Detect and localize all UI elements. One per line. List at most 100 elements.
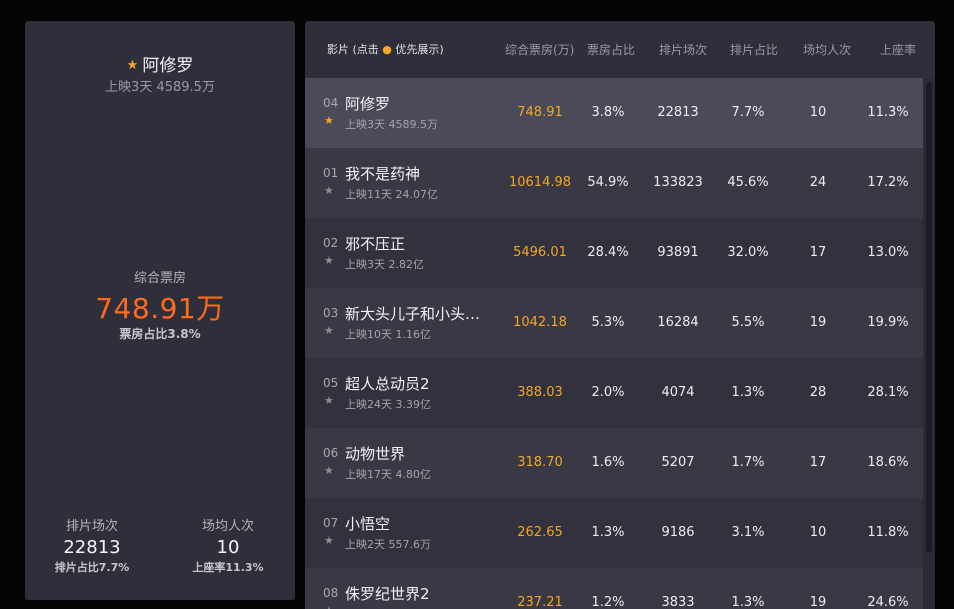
screenings-cell: 93891 [657,245,699,260]
movie-name: 阿修罗 [345,95,391,113]
box-office-cell: 1042.18 [513,315,567,330]
seat-rate-cell: 19.9% [867,315,909,330]
movie-meta: 上映24天 3.39亿 [345,398,431,411]
screenings-value: 22813 [63,537,121,558]
star-icon[interactable]: ★ [324,184,334,197]
column-box[interactable]: 综合票房(万) [505,41,574,58]
box-share-cell: 2.0% [591,385,625,400]
seat-rate-cell: 11.3% [867,105,909,120]
seat-rate-cell: 13.0% [867,245,909,260]
movie-meta: 上映11天 24.07亿 [345,188,438,201]
rank-number: 06 [323,446,339,460]
box-office-table: 影片 (点击 ● 优先展示) 综合票房(万) 票房占比 排片场次 排片占比 场均… [305,21,935,609]
seat-rate-cell: 28.1% [867,385,909,400]
box-office-cell: 318.70 [517,455,563,470]
box-office-value: 748.91万 [95,292,225,325]
column-screenings-share[interactable]: 排片占比 [730,41,778,58]
avg-cell: 24 [809,175,827,190]
box-share-cell: 1.3% [591,525,625,540]
screenings-cell: 16284 [657,315,699,330]
screenings-share-cell: 7.7% [731,105,765,120]
avg-attendance-value: 10 [216,537,240,558]
box-share-cell: 28.4% [587,245,629,260]
column-box-share[interactable]: 票房占比 [587,41,635,58]
table-row[interactable]: 08 ★ 侏罗纪世界2 237.21 1.2% 3833 1.3% 19 24.6% [305,568,923,609]
movie-meta: 上映3天 2.82亿 [345,258,424,271]
movie-meta: 上映3天 4589.5万 [345,118,438,131]
avg-cell: 19 [809,315,827,330]
movie-name: 超人总动员2 [345,375,430,393]
movie-name: 邪不压正 [345,235,406,253]
star-icon[interactable]: ★ [324,324,334,337]
table-row[interactable]: 06 ★ 动物世界 上映17天 4.80亿 318.70 1.6% 5207 1.7% 17 18… [305,428,923,498]
dot-icon: ● [382,43,392,56]
avg-attendance-label: 场均人次 [201,519,254,534]
selected-movie-title: ★ 阿修罗 [25,51,295,76]
box-share-cell: 5.3% [591,315,625,330]
screenings-share-cell: 1.7% [731,455,765,470]
column-screenings[interactable]: 排片场次 [659,41,707,58]
seat-rate: 上座率11.3% [192,561,264,574]
box-share-cell: 54.9% [587,175,629,190]
table-row[interactable]: 03 ★ 新大头儿子和小头… 上映10天 1.16亿 1042.18 5.3% 16284 5… [305,288,923,358]
screenings-cell: 3833 [661,595,695,609]
screenings-share-cell: 1.3% [731,385,765,400]
screenings-cell: 4074 [661,385,695,400]
rank-number: 07 [323,516,339,530]
screenings-label: 排片场次 [65,519,118,534]
star-icon[interactable]: ★ [324,254,334,267]
scrollbar[interactable] [923,78,935,609]
seat-rate-cell: 18.6% [867,455,909,470]
table-row[interactable]: 07 ★ 小悟空 上映2天 557.6万 262.65 1.3% 9186 3.1% 10 11.… [305,498,923,568]
scrollbar-thumb[interactable] [926,82,932,552]
screenings-share-cell: 5.5% [731,315,765,330]
selected-movie-subtitle: 上映3天 4589.5万 [105,80,215,95]
rank-number: 04 [323,96,339,110]
movie-name: 动物世界 [345,445,406,463]
rank-number: 02 [323,236,339,250]
movie-name: 我不是药神 [345,165,421,183]
avg-cell: 17 [809,455,827,470]
movie-meta: 上映17天 4.80亿 [345,468,431,481]
screenings-cell: 5207 [661,455,695,470]
column-avg[interactable]: 场均人次 [803,41,851,58]
table-row[interactable]: 02 ★ 邪不压正 上映3天 2.82亿 5496.01 28.4% 93891 32.0% 1… [305,218,923,288]
rank-number: 01 [323,166,339,180]
seat-rate-cell: 17.2% [867,175,909,190]
table-body: 04 ★ 阿修罗上映3天 4589.5万 748.91 3.8% 22813 7.7% 10 1… [305,78,923,609]
screenings-cell: 133823 [653,175,703,190]
avg-cell: 10 [809,105,827,120]
rank-number: 08 [323,586,339,600]
avg-cell: 28 [809,385,827,400]
screenings-cell: 22813 [657,105,699,120]
box-office-cell: 262.65 [517,525,563,540]
box-office-share: 票房占比3.8% [119,327,201,341]
star-icon: ★ [126,58,139,73]
movie-meta: 上映10天 1.16亿 [345,328,431,341]
movie-name: 小悟空 [345,515,391,533]
table-row[interactable]: 01 ★ 我不是药神 上映11天 24.07亿 10614.98 54.9% 133823 4… [305,148,923,218]
star-icon[interactable]: ★ [324,604,334,609]
selected-movie-name: 阿修罗 [142,56,194,76]
seat-rate-cell: 11.8% [867,525,909,540]
star-icon[interactable]: ★ [324,464,334,477]
box-office-cell: 5496.01 [513,245,567,260]
star-icon[interactable]: ★ [324,394,334,407]
movie-name: 新大头儿子和小头… [345,305,481,323]
screenings-cell: 9186 [661,525,695,540]
column-seat-rate[interactable]: 上座率 [880,41,916,58]
table-header: 影片 (点击 ● 优先展示) 综合票房(万) 票房占比 排片场次 排片占比 场均… [305,21,935,78]
avg-cell: 17 [809,245,827,260]
screenings-share-cell: 1.3% [731,595,765,609]
box-office-cell: 748.91 [517,105,563,120]
table-row[interactable]: 04 ★ 阿修罗上映3天 4589.5万 748.91 3.8% 22813 7.7% 10 1… [305,78,923,148]
star-icon[interactable]: ★ [324,114,334,127]
screenings-share-cell: 3.1% [731,525,765,540]
star-icon[interactable]: ★ [324,534,334,547]
avg-attendance-stat: 场均人次 10 上座率11.3% [173,515,283,575]
avg-cell: 10 [809,525,827,540]
table-row[interactable]: 05 ★ 超人总动员2 上映24天 3.39亿 388.03 2.0% 4074 1.3% 28… [305,358,923,428]
box-office-cell: 10614.98 [508,175,572,190]
box-share-cell: 3.8% [591,105,625,120]
column-movie-prefix: 影片 (点击 [327,43,379,56]
